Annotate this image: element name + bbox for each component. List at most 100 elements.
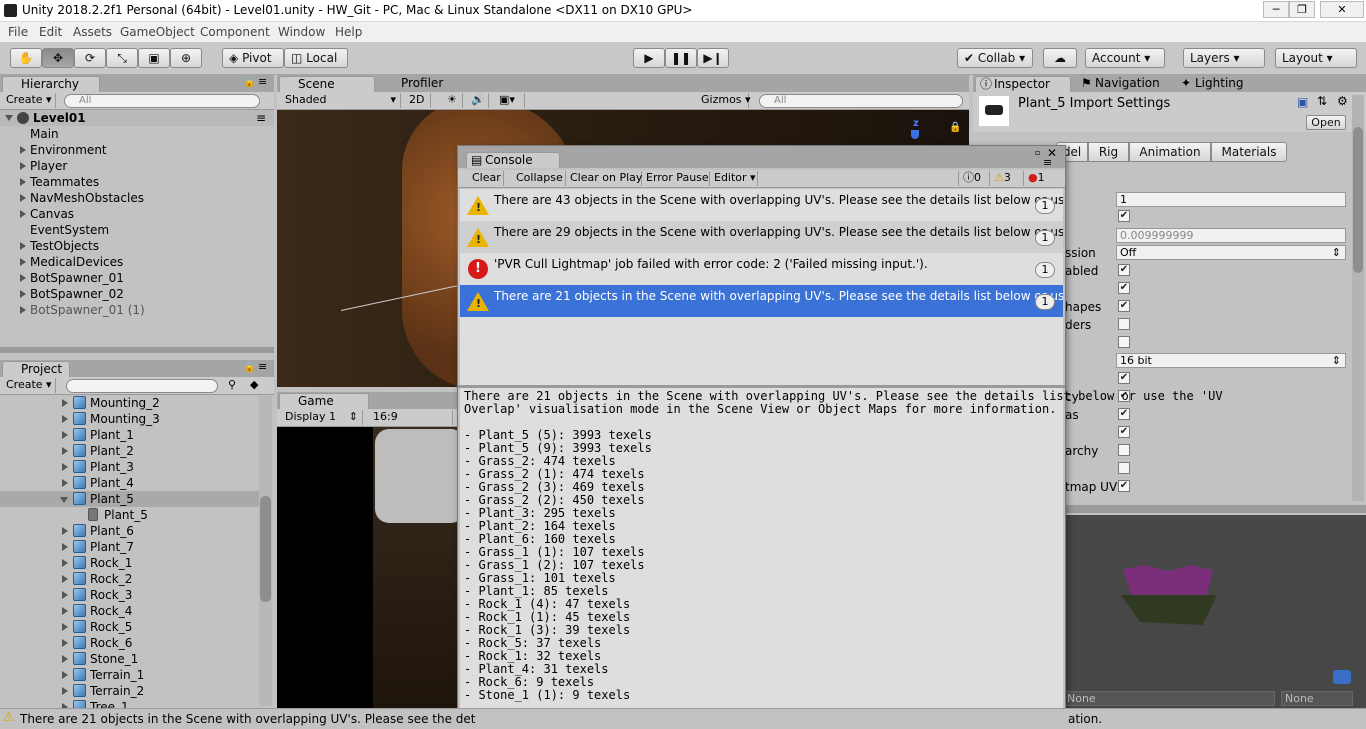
maximize-button[interactable]: ❐ bbox=[1289, 1, 1315, 18]
project-item[interactable]: Plant_3 bbox=[0, 459, 259, 475]
index-format-dropdown[interactable]: 16 bit ⇕ bbox=[1116, 353, 1346, 368]
panel-divider[interactable] bbox=[0, 347, 274, 353]
chevron-right-icon[interactable] bbox=[62, 671, 68, 679]
chevron-right-icon[interactable] bbox=[20, 146, 26, 154]
hand-tool-button[interactable]: ✋ bbox=[10, 48, 42, 68]
error-filter-toggle[interactable]: ●1 bbox=[1024, 171, 1058, 186]
chevron-right-icon[interactable] bbox=[62, 575, 68, 583]
mesh-compression-dropdown[interactable]: Off ⇕ bbox=[1116, 245, 1346, 260]
project-item[interactable]: Rock_1 bbox=[0, 555, 259, 571]
chevron-right-icon[interactable] bbox=[62, 543, 68, 551]
import-lights-checkbox[interactable]: ✔ bbox=[1118, 426, 1130, 438]
display-dropdown[interactable]: Display 1 ⇕ bbox=[281, 410, 363, 425]
rect-tool-button[interactable]: ▣ bbox=[138, 48, 170, 68]
chevron-right-icon[interactable] bbox=[62, 431, 68, 439]
hierarchy-item[interactable]: BotSpawner_02 bbox=[0, 286, 274, 302]
menu-component[interactable]: Component bbox=[200, 25, 270, 39]
tab-navigation[interactable]: ⚑ Navigation bbox=[1077, 76, 1167, 92]
tab-profiler[interactable]: Profiler bbox=[383, 76, 473, 92]
layout-dropdown[interactable]: Layout ▾ bbox=[1275, 48, 1357, 68]
editor-dropdown[interactable]: Editor ▾ bbox=[710, 171, 758, 186]
project-item[interactable]: Stone_1 bbox=[0, 651, 259, 667]
menu-edit[interactable]: Edit bbox=[39, 25, 62, 39]
chevron-right-icon[interactable] bbox=[20, 162, 26, 170]
project-item[interactable]: Plant_6 bbox=[0, 523, 259, 539]
project-item[interactable]: Plant_4 bbox=[0, 475, 259, 491]
project-item[interactable]: Plant_1 bbox=[0, 427, 259, 443]
rotate-tool-button[interactable]: ⟳ bbox=[74, 48, 106, 68]
console-log-entry[interactable]: ! There are 21 objects in the Scene with … bbox=[460, 285, 1063, 317]
hierarchy-create-dropdown[interactable]: Create ▾ bbox=[2, 93, 56, 108]
chevron-right-icon[interactable] bbox=[62, 591, 68, 599]
open-button[interactable]: Open bbox=[1306, 115, 1346, 130]
hierarchy-item[interactable]: MedicalDevices bbox=[0, 254, 274, 270]
tab-game[interactable]: Game bbox=[279, 393, 369, 409]
aspect-dropdown[interactable]: 16:9 bbox=[369, 410, 453, 425]
project-item[interactable]: Rock_2 bbox=[0, 571, 259, 587]
hierarchy-item[interactable]: EventSystem bbox=[0, 222, 274, 238]
hierarchy-item[interactable]: Environment bbox=[0, 142, 274, 158]
chevron-right-icon[interactable] bbox=[20, 210, 26, 218]
chevron-right-icon[interactable] bbox=[62, 639, 68, 647]
asset-label-icon[interactable] bbox=[1333, 670, 1351, 684]
asset-bundle-dropdown[interactable]: None bbox=[1063, 691, 1275, 706]
project-item[interactable]: Plant_5 bbox=[0, 507, 259, 523]
preset-icon[interactable]: ⇅ bbox=[1317, 94, 1327, 108]
settings-gear-icon[interactable]: ⚙ bbox=[1337, 94, 1348, 108]
menu-gameobject[interactable]: GameObject bbox=[120, 25, 195, 39]
project-item[interactable]: Mounting_3 bbox=[0, 411, 259, 427]
preserve-hierarchy-checkbox[interactable] bbox=[1118, 444, 1130, 456]
clear-on-play-button[interactable]: Clear on Play bbox=[566, 171, 642, 186]
hierarchy-item[interactable]: Canvas bbox=[0, 206, 274, 222]
local-toggle[interactable]: ◫ Local bbox=[284, 48, 348, 68]
chevron-down-icon[interactable] bbox=[5, 115, 13, 121]
error-pause-button[interactable]: Error Pause bbox=[642, 171, 710, 186]
console-log-entry[interactable]: ! There are 43 objects in the Scene with … bbox=[460, 189, 1063, 221]
project-item[interactable]: Rock_4 bbox=[0, 603, 259, 619]
subtab-animation[interactable]: Animation bbox=[1129, 142, 1211, 162]
mesh-preview[interactable]: None None bbox=[1063, 515, 1366, 708]
chevron-right-icon[interactable] bbox=[62, 607, 68, 615]
audio-toggle[interactable]: 🔊 bbox=[467, 93, 489, 108]
tab-console[interactable]: ▤ Console bbox=[466, 152, 560, 168]
inspector-scrollbar[interactable] bbox=[1352, 95, 1364, 501]
generate-colliders-checkbox[interactable] bbox=[1118, 318, 1130, 330]
project-item[interactable]: Plant_5 bbox=[0, 491, 259, 507]
console-menu-icon[interactable]: ≡ bbox=[1043, 156, 1052, 169]
lock-icon[interactable]: 🔒 bbox=[243, 77, 255, 88]
console-detail-area[interactable]: There are 21 objects in the Scene with o… bbox=[460, 388, 1223, 722]
info-filter-toggle[interactable]: ⓘ0 bbox=[958, 171, 990, 186]
weld-vertices-checkbox[interactable]: ✔ bbox=[1118, 372, 1130, 384]
hierarchy-item[interactable]: Player bbox=[0, 158, 274, 174]
asset-variant-dropdown[interactable]: None bbox=[1281, 691, 1353, 706]
hierarchy-item[interactable]: NavMeshObstacles bbox=[0, 190, 274, 206]
chevron-right-icon[interactable] bbox=[62, 399, 68, 407]
hierarchy-item[interactable]: Main bbox=[0, 126, 274, 142]
tab-inspector[interactable]: ⓘ Inspector bbox=[975, 76, 1071, 92]
step-button[interactable]: ▶❙ bbox=[697, 48, 729, 68]
inspector-scroll-thumb[interactable] bbox=[1353, 127, 1363, 273]
pause-button[interactable]: ❚❚ bbox=[665, 48, 697, 68]
chevron-right-icon[interactable] bbox=[62, 479, 68, 487]
console-log-entry[interactable]: ! There are 29 objects in the Scene with … bbox=[460, 221, 1063, 253]
chevron-down-icon[interactable] bbox=[60, 497, 68, 503]
chevron-right-icon[interactable] bbox=[20, 290, 26, 298]
play-button[interactable]: ▶ bbox=[633, 48, 665, 68]
console-titlebar[interactable]: ▤ Console ▫ ✕ ≡ bbox=[458, 146, 1065, 169]
collab-dropdown[interactable]: ✔ Collab ▾ bbox=[957, 48, 1033, 68]
chevron-right-icon[interactable] bbox=[62, 687, 68, 695]
project-scrollbar[interactable] bbox=[259, 396, 272, 706]
lighting-toggle[interactable]: ☀ bbox=[443, 93, 463, 108]
chevron-right-icon[interactable] bbox=[62, 463, 68, 471]
filter-by-type-icon[interactable]: ⚲ bbox=[228, 378, 236, 391]
tab-lighting[interactable]: ✦ Lighting bbox=[1177, 76, 1257, 92]
shading-mode-dropdown[interactable]: Shaded ▾ bbox=[281, 93, 401, 108]
hierarchy-search-input[interactable]: All bbox=[64, 94, 260, 108]
hierarchy-item[interactable]: TestObjects bbox=[0, 238, 274, 254]
scale-tool-button[interactable]: ⤡ bbox=[106, 48, 138, 68]
subtab-materials[interactable]: Materials bbox=[1211, 142, 1287, 162]
project-item[interactable]: Plant_7 bbox=[0, 539, 259, 555]
tab-scene[interactable]: Scene bbox=[279, 76, 375, 92]
chevron-right-icon[interactable] bbox=[20, 274, 26, 282]
keep-quads-checkbox[interactable] bbox=[1118, 336, 1130, 348]
